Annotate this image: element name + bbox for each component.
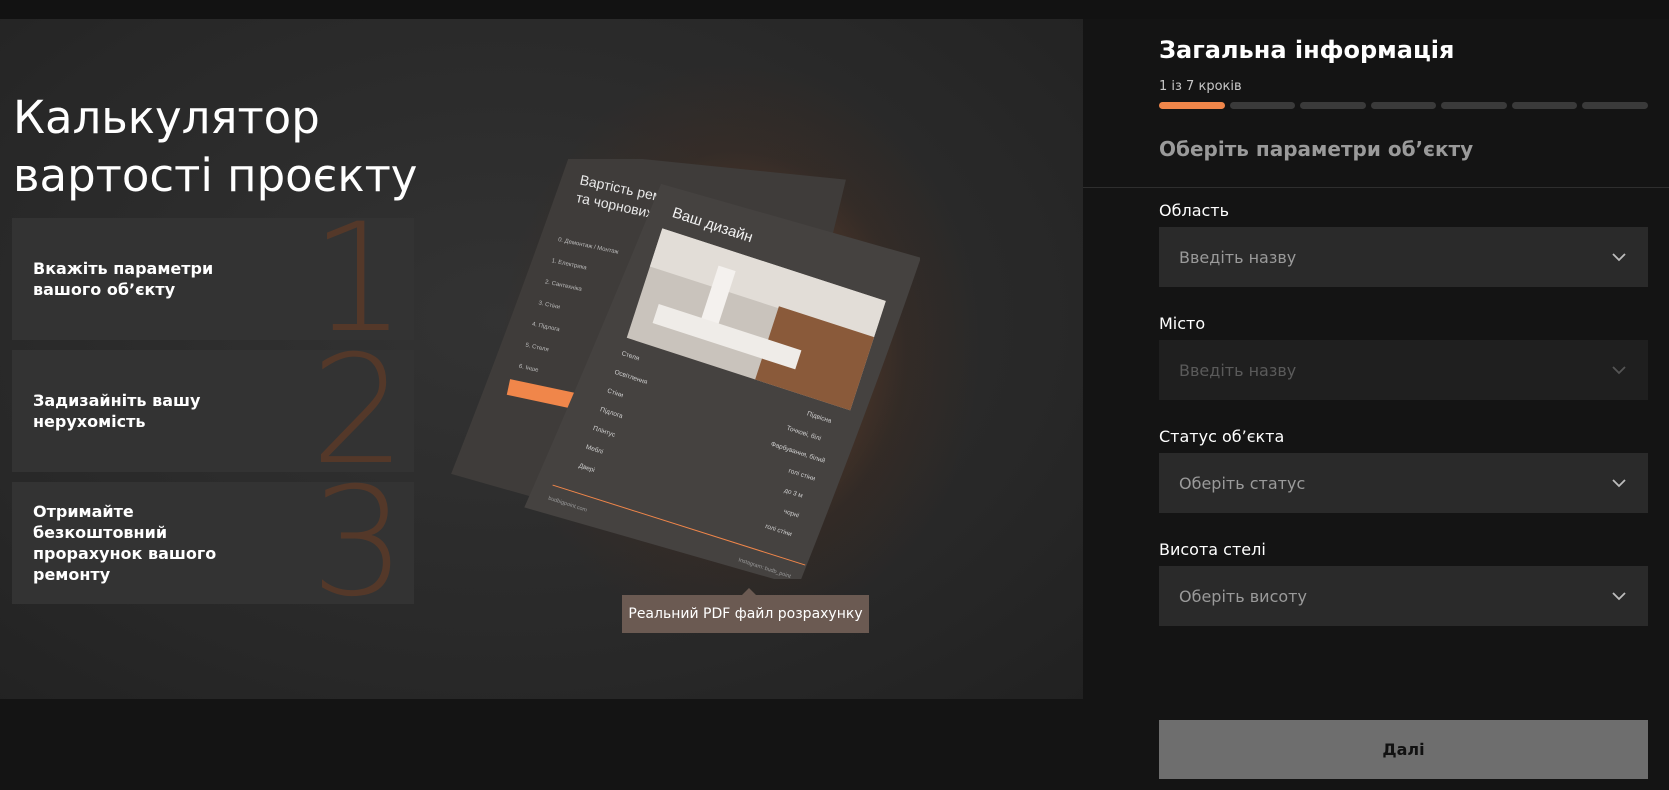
step-label: Вкажіть параметри вашого об’єкту [33, 259, 214, 299]
chevron-down-icon [1612, 479, 1626, 488]
top-bar [0, 0, 1669, 20]
region-select[interactable]: Введіть назву [1159, 227, 1648, 287]
chevron-down-icon [1612, 253, 1626, 262]
pdf-tooltip: Реальний PDF файл розрахунку [622, 588, 869, 633]
chevron-down-icon [1612, 592, 1626, 601]
step-card-3: 3 Отримайте безкоштовний прорахунок вашо… [12, 482, 414, 604]
chevron-down-icon [1612, 366, 1626, 375]
region-label: Область [1159, 201, 1230, 220]
step-card-2: 2 Задизайніть вашу нерухомість [12, 350, 414, 472]
object-status-select[interactable]: Оберіть статус [1159, 453, 1648, 513]
step-label: Отримайте безкоштовний прорахунок вашого… [33, 502, 217, 584]
ceiling-height-placeholder: Оберіть висоту [1179, 586, 1307, 606]
progress-segment [1370, 102, 1437, 109]
divider [1083, 187, 1669, 188]
progress-segment-active [1159, 102, 1225, 109]
step-progress-bar [1159, 102, 1649, 109]
hero-title: Калькулятор вартості проєкту [13, 91, 418, 202]
ceiling-height-label: Висота стелі [1159, 540, 1266, 559]
progress-segment [1229, 102, 1296, 109]
progress-segment [1300, 102, 1366, 109]
city-placeholder: Введіть назву [1179, 360, 1297, 380]
step-card-1: 1 Вкажіть параметри вашого об’єкту [12, 218, 414, 340]
city-label: Місто [1159, 314, 1206, 333]
step-number: 1 [310, 218, 406, 340]
step-number: 2 [310, 350, 406, 472]
pdf-preview-illustration: Вартість ремонтних робіт та чорнових мат… [451, 159, 920, 579]
object-status-label: Статус об’єкта [1159, 427, 1285, 446]
progress-segment [1511, 102, 1578, 109]
next-button[interactable]: Далі [1159, 720, 1648, 779]
ceiling-height-select[interactable]: Оберіть висоту [1159, 566, 1648, 626]
calculator-panel: Загальна інформація 1 із 7 кроків Оберіт… [1083, 19, 1669, 790]
step-number: 3 [310, 482, 406, 604]
progress-segment [1582, 102, 1649, 109]
hero-section: Калькулятор вартості проєкту 1 Вкажіть п… [0, 19, 1083, 699]
steps-counter: 1 із 7 кроків [1159, 79, 1242, 94]
region-placeholder: Введіть назву [1179, 247, 1297, 267]
object-status-placeholder: Оберіть статус [1179, 473, 1306, 493]
panel-title: Загальна інформація [1159, 36, 1455, 64]
city-select[interactable]: Введіть назву [1159, 340, 1648, 400]
step-label: Задизайніть вашу нерухомість [33, 391, 201, 431]
progress-segment [1441, 102, 1507, 109]
panel-subtitle: Оберіть параметри об’єкту [1159, 137, 1474, 161]
